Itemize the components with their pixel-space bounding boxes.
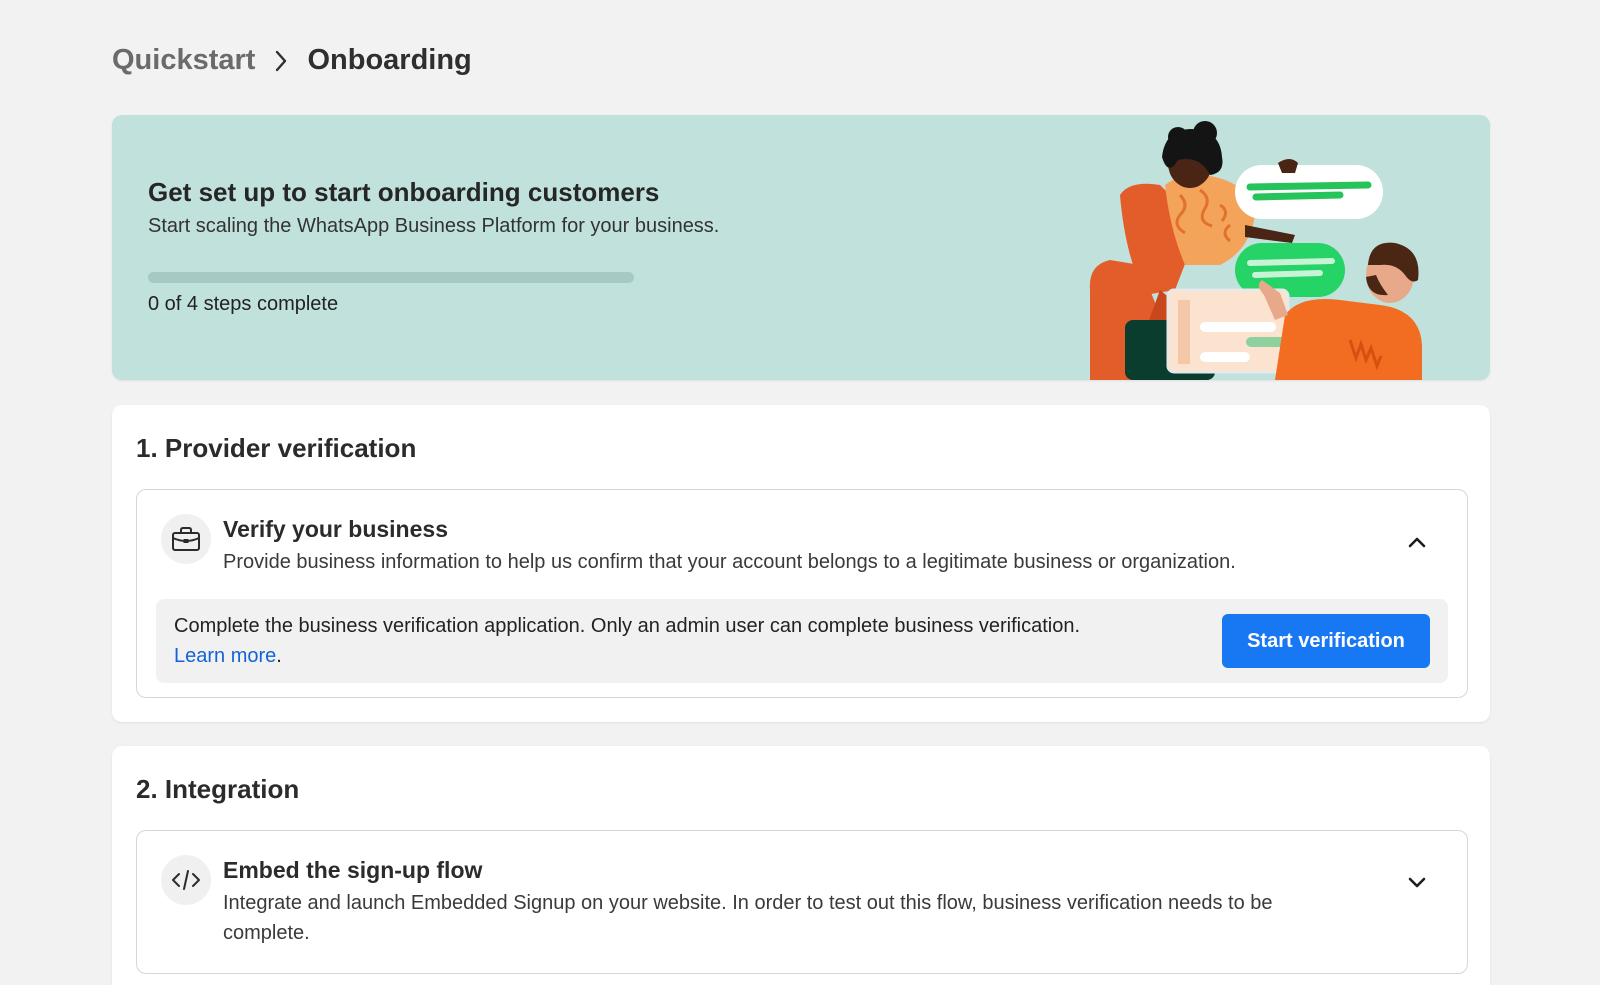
chevron-right-icon xyxy=(273,49,289,73)
hero-subtitle: Start scaling the WhatsApp Business Plat… xyxy=(148,215,720,237)
code-icon xyxy=(161,855,211,905)
step-title: Embed the sign-up flow xyxy=(223,857,483,883)
step-title: Verify your business xyxy=(223,516,448,542)
progress-text: 0 of 4 steps complete xyxy=(148,293,339,315)
breadcrumb: Quickstart Onboarding xyxy=(112,44,472,77)
section-title: 2. Integration xyxy=(136,774,300,804)
chevron-down-icon[interactable] xyxy=(1405,871,1429,895)
start-verification-button[interactable]: Start verification xyxy=(1222,614,1430,668)
briefcase-icon xyxy=(161,514,211,564)
progress-bar xyxy=(148,272,634,283)
learn-more-period: . xyxy=(276,645,282,667)
section-title: 1. Provider verification xyxy=(136,433,417,463)
step-embed-signup[interactable]: Embed the sign-up flow Integrate and lau… xyxy=(136,830,1468,974)
hero-banner: Get set up to start onboarding customers… xyxy=(112,115,1490,380)
onboarding-page: Quickstart Onboarding Get set up to star… xyxy=(0,0,1600,985)
section-integration: 2. Integration Embed the sign-up flow In… xyxy=(112,746,1490,985)
hero-title: Get set up to start onboarding customers xyxy=(148,177,660,207)
step-verify-business: Verify your business Provide business in… xyxy=(136,489,1468,698)
hero-illustration xyxy=(1089,121,1422,380)
step-description: Integrate and launch Embedded Signup on … xyxy=(223,892,1273,944)
action-description: Complete the business verification appli… xyxy=(174,615,1081,637)
breadcrumb-current: Onboarding xyxy=(307,44,472,76)
action-text-block: Complete the business verification appli… xyxy=(174,611,1174,671)
chevron-up-icon[interactable] xyxy=(1405,530,1429,554)
step-description: Provide business information to help us … xyxy=(223,551,1236,573)
learn-more-link[interactable]: Learn more xyxy=(174,645,276,667)
verification-action-panel: Complete the business verification appli… xyxy=(156,599,1448,683)
section-provider-verification: 1. Provider verification Verify your bus… xyxy=(112,405,1490,722)
breadcrumb-quickstart-link[interactable]: Quickstart xyxy=(112,44,255,77)
